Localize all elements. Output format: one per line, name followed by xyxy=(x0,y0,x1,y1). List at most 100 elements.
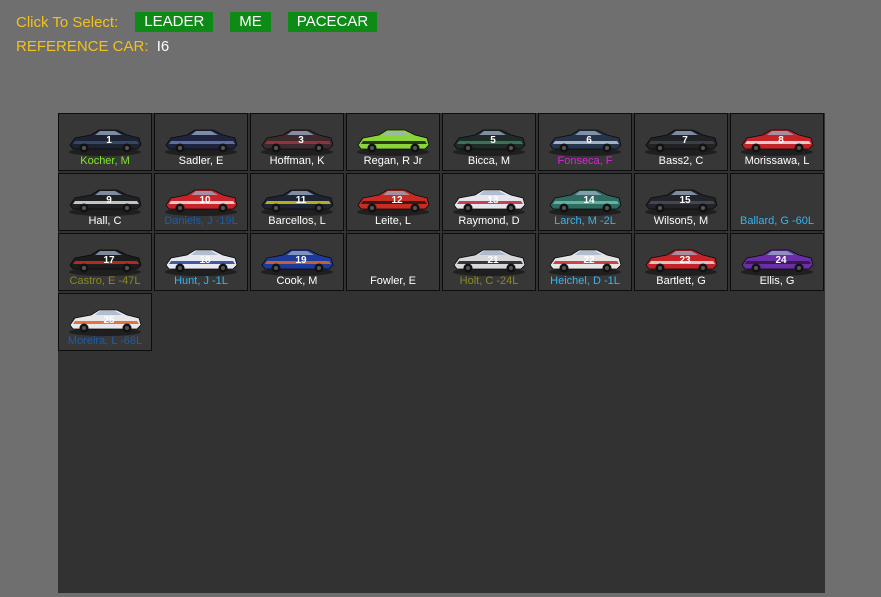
driver-name: Hunt, J -1L xyxy=(174,275,228,287)
race-car-icon xyxy=(355,125,431,157)
car-number: 24 xyxy=(775,255,787,266)
race-car-icon: 25 xyxy=(67,305,143,337)
driver-name: Fowler, E xyxy=(370,275,416,287)
car-cell[interactable]: 1 Kocher, M xyxy=(58,113,152,171)
car-number: 22 xyxy=(583,255,595,266)
race-car-icon: 14 xyxy=(547,185,623,217)
car-cell[interactable]: 15 Wilson5, M xyxy=(634,173,728,231)
reference-car-value: I6 xyxy=(156,38,170,55)
car-number: 7 xyxy=(682,135,688,146)
click-to-select-label: Click To Select: xyxy=(16,13,119,31)
driver-name: Regan, R Jr xyxy=(363,155,423,167)
driver-name: Sadler, E xyxy=(178,155,224,167)
car-cell[interactable]: 9 Hall, C xyxy=(58,173,152,231)
driver-name: Fonseca, F xyxy=(557,155,613,167)
race-car-icon: 17 xyxy=(67,245,143,277)
driver-name: Larch, M -2L xyxy=(554,215,616,227)
select-toolbar: Click To Select: LEADER ME PACECAR xyxy=(16,11,378,33)
car-cell[interactable]: 8 Morissawa, L xyxy=(730,113,824,171)
car-number: 13 xyxy=(487,195,499,206)
race-car-icon: 10 xyxy=(163,185,239,217)
reference-car-line: REFERENCE CAR: I6 xyxy=(16,38,169,55)
me-button[interactable]: ME xyxy=(230,12,271,32)
race-car-icon: 24 xyxy=(739,245,815,277)
car-number: 12 xyxy=(391,195,403,206)
car-number: 3 xyxy=(298,135,304,146)
car-cell[interactable]: 6 Fonseca, F xyxy=(538,113,632,171)
car-cell[interactable]: Ballard, G -60L xyxy=(730,173,824,231)
driver-name: Bicca, M xyxy=(467,155,511,167)
car-number: 8 xyxy=(778,135,784,146)
car-cell[interactable]: 23 Bartlett, G xyxy=(634,233,728,291)
driver-name: Hoffman, K xyxy=(269,155,325,167)
car-cell[interactable]: 7 Bass2, C xyxy=(634,113,728,171)
driver-name: Kocher, M xyxy=(80,155,130,167)
race-car-icon: 7 xyxy=(643,125,719,157)
race-car-icon: 23 xyxy=(643,245,719,277)
race-car-icon: 3 xyxy=(259,125,335,157)
driver-name: Bass2, C xyxy=(658,155,704,167)
race-car-icon xyxy=(163,125,239,157)
race-car-icon: 15 xyxy=(643,185,719,217)
driver-name: Raymond, D xyxy=(458,215,520,227)
car-number: 18 xyxy=(199,255,211,266)
driver-name: Heichel, D -1L xyxy=(550,275,620,287)
pacecar-button[interactable]: PACECAR xyxy=(287,12,378,32)
car-cell[interactable]: 12 Leite, L xyxy=(346,173,440,231)
car-number: 23 xyxy=(679,255,691,266)
car-number: 9 xyxy=(106,195,112,206)
car-cell[interactable]: Regan, R Jr xyxy=(346,113,440,171)
car-cell[interactable]: 3 Hoffman, K xyxy=(250,113,344,171)
driver-name: Wilson5, M xyxy=(653,215,709,227)
car-cell[interactable]: Sadler, E xyxy=(154,113,248,171)
car-cell[interactable]: 21 Holt, C -24L xyxy=(442,233,536,291)
race-car-icon: 11 xyxy=(259,185,335,217)
driver-name: Morissawa, L xyxy=(744,155,810,167)
race-car-icon: 6 xyxy=(547,125,623,157)
car-cell[interactable]: 18 Hunt, J -1L xyxy=(154,233,248,291)
race-car-icon: 19 xyxy=(259,245,335,277)
car-cell[interactable]: 19 Cook, M xyxy=(250,233,344,291)
driver-name: Ellis, G xyxy=(759,275,795,287)
driver-name: Hall, C xyxy=(88,215,122,227)
race-car-icon: 21 xyxy=(451,245,527,277)
car-cell[interactable]: 17 Castro, E -47L xyxy=(58,233,152,291)
driver-name: Leite, L xyxy=(374,215,412,227)
race-car-icon: 22 xyxy=(547,245,623,277)
car-cell[interactable]: 14 Larch, M -2L xyxy=(538,173,632,231)
race-car-icon: 12 xyxy=(355,185,431,217)
driver-name: Holt, C -24L xyxy=(459,275,519,287)
car-number: 5 xyxy=(490,135,496,146)
car-cell[interactable]: 5 Bicca, M xyxy=(442,113,536,171)
car-number: 10 xyxy=(199,195,211,206)
car-number: 14 xyxy=(583,195,595,206)
driver-name: Cook, M xyxy=(276,275,318,287)
race-car-icon: 9 xyxy=(67,185,143,217)
car-number: 6 xyxy=(586,135,592,146)
race-car-icon: 5 xyxy=(451,125,527,157)
leader-button[interactable]: LEADER xyxy=(135,12,214,32)
car-number: 25 xyxy=(103,315,115,326)
car-selection-panel: 1 Kocher, M Sadler, E 3 Hoffman, K Regan, R J… xyxy=(58,113,825,593)
car-cell[interactable]: 22 Heichel, D -1L xyxy=(538,233,632,291)
driver-name: Castro, E -47L xyxy=(69,275,141,287)
race-car-icon: 18 xyxy=(163,245,239,277)
driver-name: Bartlett, G xyxy=(656,275,706,287)
driver-name: Ballard, G -60L xyxy=(740,215,814,227)
race-car-icon: 8 xyxy=(739,125,815,157)
race-car-icon: 1 xyxy=(67,125,143,157)
car-number: 19 xyxy=(295,255,307,266)
race-car-icon: 13 xyxy=(451,185,527,217)
car-cell[interactable]: Fowler, E xyxy=(346,233,440,291)
driver-name: Barcellos, L xyxy=(268,215,326,227)
car-number: 17 xyxy=(103,255,115,266)
car-cell[interactable]: 13 Raymond, D xyxy=(442,173,536,231)
driver-name: Moreira, L -68L xyxy=(67,335,143,347)
car-number: 11 xyxy=(295,195,307,206)
car-cell[interactable]: 25 Moreira, L -68L xyxy=(58,293,152,351)
car-cell[interactable]: 24 Ellis, G xyxy=(730,233,824,291)
car-cell[interactable]: 10 Daniels, J -19L xyxy=(154,173,248,231)
car-cell[interactable]: 11 Barcellos, L xyxy=(250,173,344,231)
car-number: 1 xyxy=(106,135,112,146)
reference-car-label: REFERENCE CAR: xyxy=(16,38,149,55)
